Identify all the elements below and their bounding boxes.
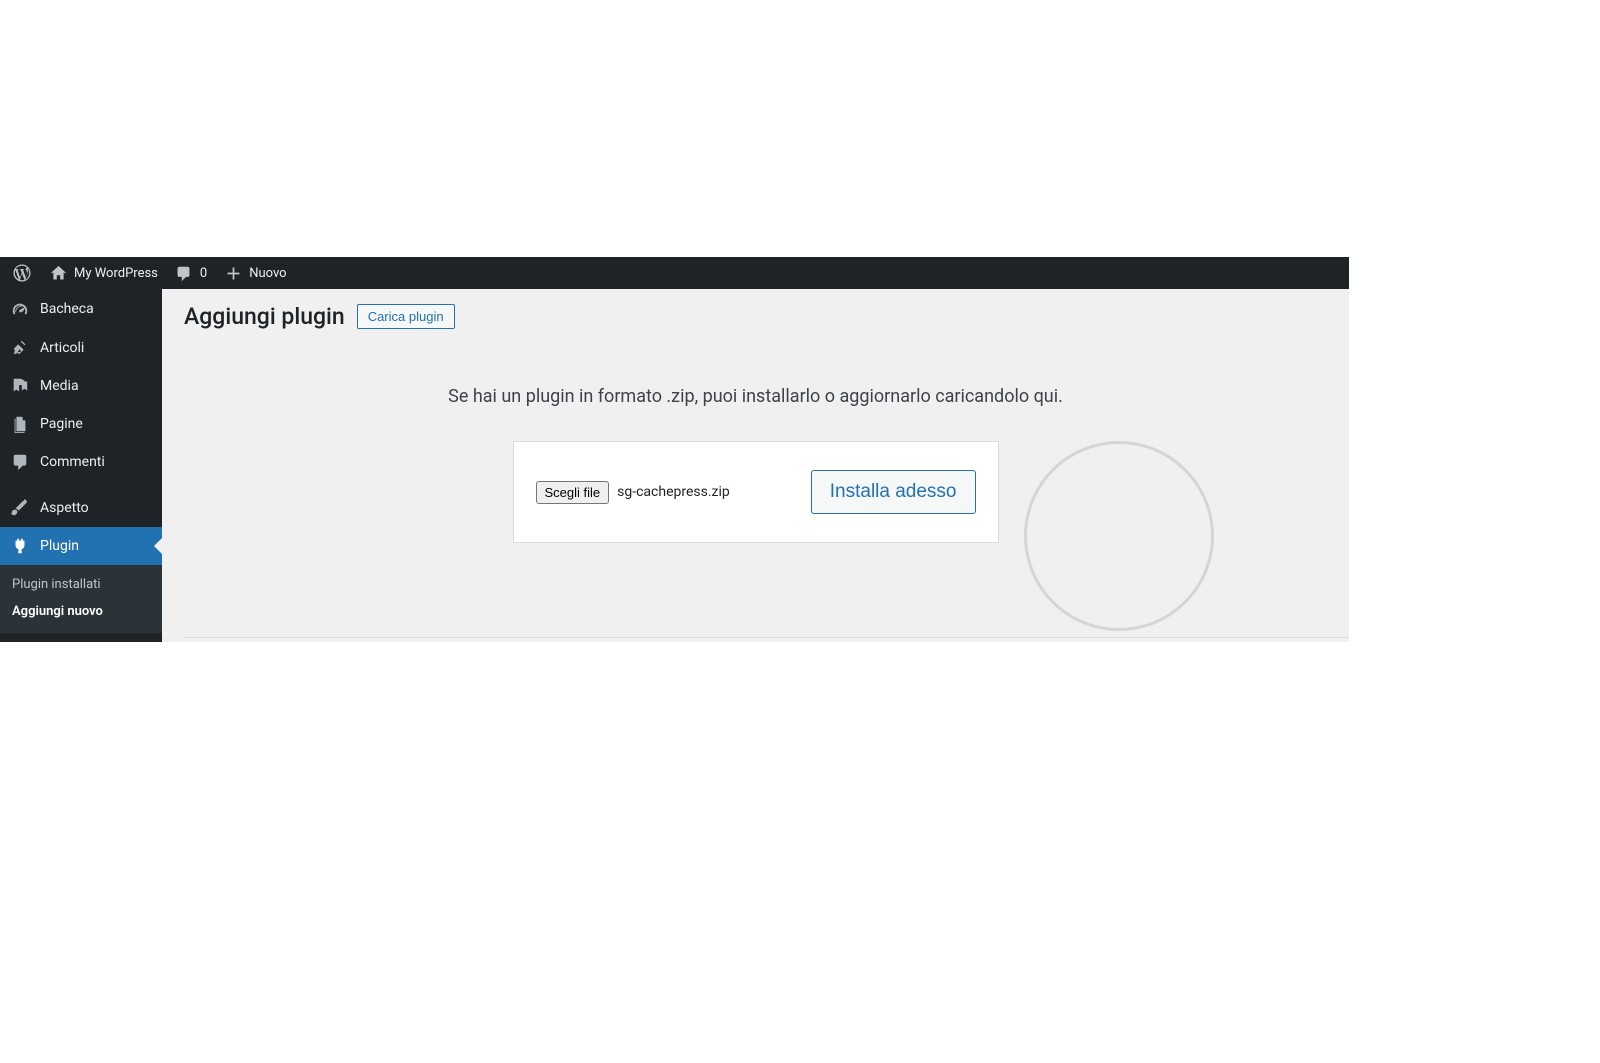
submenu-add-new-plugin[interactable]: Aggiungi nuovo bbox=[0, 598, 162, 625]
submenu-label: Plugin installati bbox=[12, 577, 101, 592]
file-chooser: Scegli file sg-cachepress.zip bbox=[536, 481, 730, 504]
upload-instructions: Se hai un plugin in formato .zip, puoi i… bbox=[184, 386, 1327, 407]
sidebar-item-media[interactable]: Media bbox=[0, 367, 162, 405]
comment-count: 0 bbox=[200, 266, 207, 281]
submenu-label: Aggiungi nuovo bbox=[12, 604, 103, 619]
brush-icon bbox=[10, 498, 30, 518]
wpadmin-root: My WordPress 0 Nuovo Bacheca bbox=[0, 257, 1349, 642]
choose-file-button[interactable]: Scegli file bbox=[536, 481, 610, 504]
sidebar-item-label: Pagine bbox=[40, 416, 83, 432]
tutorial-highlight-circle bbox=[1024, 441, 1214, 631]
comment-icon bbox=[174, 263, 194, 283]
sidebar-item-posts[interactable]: Articoli bbox=[0, 329, 162, 367]
home-icon bbox=[48, 263, 68, 283]
new-content-link[interactable]: Nuovo bbox=[215, 257, 294, 289]
sidebar-item-pages[interactable]: Pagine bbox=[0, 405, 162, 443]
sidebar-item-label: Commenti bbox=[40, 454, 105, 470]
wordpress-logo-icon bbox=[12, 263, 32, 283]
admin-sidebar: Bacheca Articoli Media Pagine bbox=[0, 289, 162, 642]
sidebar-item-label: Bacheca bbox=[40, 301, 94, 317]
workspace: Bacheca Articoli Media Pagine bbox=[0, 289, 1349, 642]
page-header: Aggiungi plugin Carica plugin bbox=[184, 303, 1327, 330]
wp-logo-menu[interactable] bbox=[4, 257, 40, 289]
upload-form: Scegli file sg-cachepress.zip Installa a… bbox=[513, 441, 999, 543]
sidebar-item-dashboard[interactable]: Bacheca bbox=[0, 289, 162, 329]
upload-plugin-toggle-button[interactable]: Carica plugin bbox=[357, 304, 455, 329]
page-title: Aggiungi plugin bbox=[184, 303, 345, 330]
plus-icon bbox=[223, 263, 243, 283]
plug-icon bbox=[10, 536, 30, 556]
sidebar-item-label: Plugin bbox=[40, 538, 79, 554]
admin-toolbar: My WordPress 0 Nuovo bbox=[0, 257, 1349, 289]
sidebar-item-appearance[interactable]: Aspetto bbox=[0, 489, 162, 527]
gauge-icon bbox=[10, 299, 30, 319]
site-name-link[interactable]: My WordPress bbox=[40, 257, 166, 289]
sidebar-item-label: Articoli bbox=[40, 340, 84, 356]
page-icon bbox=[10, 414, 30, 434]
main-content: Aggiungi plugin Carica plugin Se hai un … bbox=[162, 289, 1349, 642]
sidebar-item-label: Media bbox=[40, 378, 79, 394]
sidebar-item-label: Aspetto bbox=[40, 500, 89, 516]
new-content-label: Nuovo bbox=[249, 266, 286, 281]
sidebar-item-comments[interactable]: Commenti bbox=[0, 443, 162, 481]
sidebar-item-plugins[interactable]: Plugin bbox=[0, 527, 162, 565]
selected-filename: sg-cachepress.zip bbox=[617, 484, 730, 500]
media-icon bbox=[10, 376, 30, 396]
sidebar-submenu-plugins: Plugin installati Aggiungi nuovo bbox=[0, 565, 162, 633]
divider bbox=[184, 637, 1349, 638]
comment-icon bbox=[10, 452, 30, 472]
comments-link[interactable]: 0 bbox=[166, 257, 215, 289]
site-name-label: My WordPress bbox=[74, 266, 158, 281]
install-now-button[interactable]: Installa adesso bbox=[811, 470, 976, 514]
pushpin-icon bbox=[10, 338, 30, 358]
submenu-installed-plugins[interactable]: Plugin installati bbox=[0, 571, 162, 598]
